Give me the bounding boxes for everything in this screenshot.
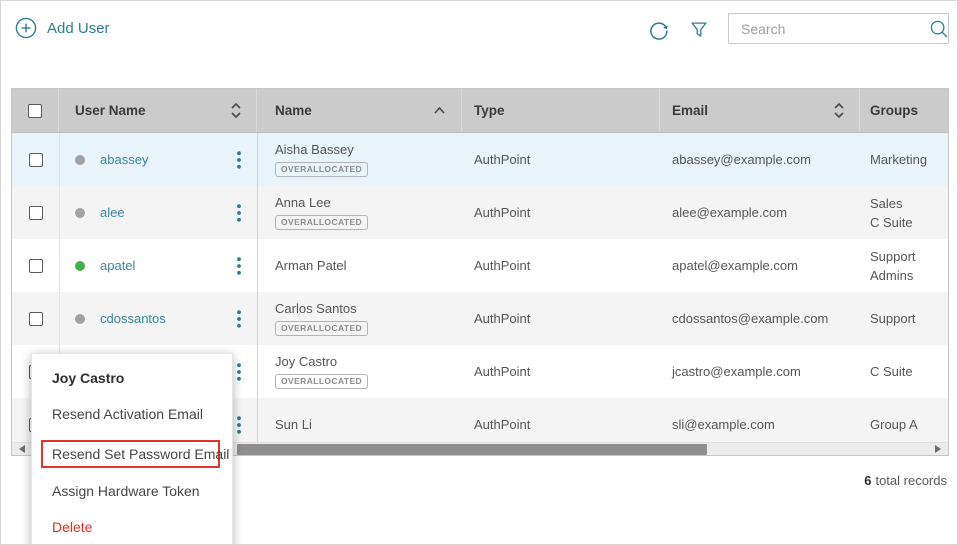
search-box	[728, 13, 949, 44]
row-checkbox[interactable]	[29, 153, 43, 167]
checkbox-cell	[12, 292, 59, 345]
context-menu-title: Joy Castro	[52, 370, 214, 386]
scroll-left-arrow-icon[interactable]	[14, 443, 30, 455]
groups-cell: SalesC Suite	[860, 186, 948, 239]
plus-circle-icon	[15, 17, 37, 39]
overallocated-badge: OVERALLOCATED	[275, 162, 368, 177]
record-count-label: total records	[875, 473, 947, 488]
sort-asc-icon[interactable]	[433, 106, 446, 115]
type-cell: AuthPoint	[462, 133, 660, 186]
sort-both-icon[interactable]	[833, 102, 845, 119]
table-row[interactable]: abassey Aisha Bassey OVERALLOCATED AuthP…	[12, 133, 948, 186]
type-cell: AuthPoint	[462, 292, 660, 345]
header-user-name[interactable]: User Name	[59, 89, 257, 132]
row-checkbox[interactable]	[29, 259, 43, 273]
email-cell: apatel@example.com	[660, 239, 860, 292]
full-name: Anna Lee	[275, 195, 331, 210]
name-cell: Joy Castro OVERALLOCATED	[257, 345, 462, 398]
overallocated-badge: OVERALLOCATED	[275, 215, 368, 230]
full-name: Arman Patel	[275, 258, 347, 273]
kebab-menu-icon[interactable]	[237, 363, 241, 381]
row-context-menu: Joy Castro Resend Activation Email Resend…	[31, 353, 233, 545]
header-select-all[interactable]	[12, 89, 59, 132]
full-name: Joy Castro	[275, 354, 337, 369]
context-menu-item[interactable]: Delete	[52, 517, 214, 537]
kebab-menu-icon[interactable]	[237, 310, 241, 328]
header-label: Type	[474, 103, 505, 118]
overallocated-badge: OVERALLOCATED	[275, 321, 368, 336]
status-dot-icon	[75, 314, 85, 324]
kebab-menu-icon[interactable]	[237, 257, 241, 275]
add-user-label: Add User	[47, 20, 110, 37]
overallocated-badge: OVERALLOCATED	[275, 374, 368, 389]
search-icon[interactable]	[928, 18, 950, 40]
status-dot-icon	[75, 261, 85, 271]
user-name-cell: abassey	[59, 133, 257, 186]
kebab-menu-icon[interactable]	[237, 151, 241, 169]
full-name: Carlos Santos	[275, 301, 357, 316]
username-link[interactable]: abassey	[100, 152, 148, 167]
table-row[interactable]: apatel Arman Patel AuthPoint apatel@exam…	[12, 239, 948, 292]
add-user-button[interactable]: Add User	[15, 17, 110, 39]
email-cell: alee@example.com	[660, 186, 860, 239]
sort-both-icon[interactable]	[230, 102, 242, 119]
header-label: User Name	[75, 103, 146, 118]
name-cell: Anna Lee OVERALLOCATED	[257, 186, 462, 239]
select-all-checkbox[interactable]	[28, 104, 42, 118]
username-link[interactable]: apatel	[100, 258, 135, 273]
table-row[interactable]: alee Anna Lee OVERALLOCATED AuthPoint al…	[12, 186, 948, 239]
user-name-cell: apatel	[59, 239, 257, 292]
context-menu-item[interactable]: Assign Hardware Token	[52, 481, 214, 501]
kebab-menu-icon[interactable]	[237, 204, 241, 222]
refresh-icon[interactable]	[647, 18, 671, 45]
name-cell: Aisha Bassey OVERALLOCATED	[257, 133, 462, 186]
name-cell: Arman Patel	[257, 239, 462, 292]
user-name-cell: alee	[59, 186, 257, 239]
checkbox-cell	[12, 133, 59, 186]
email-cell: jcastro@example.com	[660, 345, 860, 398]
row-checkbox[interactable]	[29, 312, 43, 326]
search-input[interactable]	[729, 21, 928, 37]
checkbox-cell	[12, 239, 59, 292]
full-name: Aisha Bassey	[275, 142, 354, 157]
table-header: User Name Name Type Email Groups	[12, 89, 948, 133]
email-cell: cdossantos@example.com	[660, 292, 860, 345]
username-link[interactable]: cdossantos	[100, 311, 166, 326]
table-row[interactable]: cdossantos Carlos Santos OVERALLOCATED A…	[12, 292, 948, 345]
header-type[interactable]: Type	[462, 89, 660, 132]
name-cell: Carlos Santos OVERALLOCATED	[257, 292, 462, 345]
username-link[interactable]: alee	[100, 205, 125, 220]
filter-icon[interactable]	[688, 19, 710, 44]
status-dot-icon	[75, 208, 85, 218]
groups-cell: C Suite	[860, 345, 948, 398]
checkbox-cell	[12, 186, 59, 239]
user-management-screen: Add User User Name Name Type	[0, 0, 958, 545]
type-cell: AuthPoint	[462, 186, 660, 239]
row-checkbox[interactable]	[29, 206, 43, 220]
full-name: Sun Li	[275, 417, 312, 432]
scroll-right-arrow-icon[interactable]	[930, 443, 946, 455]
groups-cell: SupportAdmins	[860, 239, 948, 292]
kebab-menu-icon[interactable]	[237, 416, 241, 434]
groups-cell: Support	[860, 292, 948, 345]
groups-cell: Marketing	[860, 133, 948, 186]
context-menu-item[interactable]: Resend Activation Email	[52, 404, 214, 424]
email-cell: abassey@example.com	[660, 133, 860, 186]
header-label: Groups	[870, 103, 918, 118]
type-cell: AuthPoint	[462, 239, 660, 292]
user-name-cell: cdossantos	[59, 292, 257, 345]
header-name[interactable]: Name	[257, 89, 462, 132]
type-cell: AuthPoint	[462, 345, 660, 398]
header-email[interactable]: Email	[660, 89, 860, 132]
header-groups[interactable]: Groups	[860, 89, 948, 132]
scrollbar-thumb[interactable]	[237, 444, 707, 455]
total-records: 6 total records	[864, 473, 947, 488]
record-count: 6	[864, 473, 871, 488]
header-label: Name	[275, 103, 312, 118]
status-dot-icon	[75, 155, 85, 165]
context-menu-item[interactable]: Resend Set Password Email	[41, 440, 220, 468]
header-label: Email	[672, 103, 708, 118]
